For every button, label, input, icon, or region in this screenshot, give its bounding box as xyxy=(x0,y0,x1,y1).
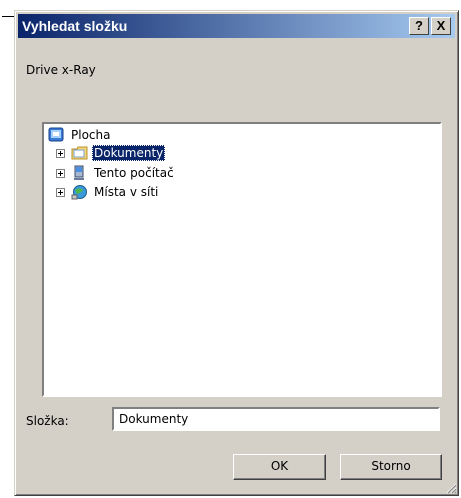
folder-input[interactable] xyxy=(112,407,440,431)
dialog-description: Drive x-Ray xyxy=(26,63,96,77)
expand-icon[interactable] xyxy=(56,148,65,158)
tree-item-label: Tento počítač xyxy=(94,166,174,180)
computer-icon xyxy=(74,165,84,180)
resize-grip-icon[interactable] xyxy=(445,482,457,494)
expand-icon[interactable] xyxy=(56,187,65,197)
expand-icon[interactable] xyxy=(56,168,65,178)
close-button[interactable]: X xyxy=(431,17,451,35)
cancel-button[interactable]: Storno xyxy=(340,454,442,480)
folder-label: Složka: xyxy=(26,414,69,428)
tree-item-label: Plocha xyxy=(71,128,111,142)
tree-item-dokumenty[interactable]: Dokumenty xyxy=(56,144,166,162)
desktop-icon xyxy=(48,127,64,142)
ok-button[interactable]: OK xyxy=(233,454,326,480)
tree-item-tento-pocitac[interactable]: Tento počítač xyxy=(56,164,176,182)
network-places-icon xyxy=(71,185,87,200)
title-bar[interactable]: Vyhledat složku ? X xyxy=(18,14,455,38)
tree-item-mista-v-siti[interactable]: Místa v síti xyxy=(56,183,160,201)
tree-item-label: Místa v síti xyxy=(94,185,159,199)
browse-folder-dialog: Vyhledat složku ? X Drive x-Ray Plocha D… xyxy=(14,10,459,496)
documents-folder-icon xyxy=(71,146,88,160)
window-edge-line xyxy=(2,16,14,17)
help-button[interactable]: ? xyxy=(409,17,429,35)
dialog-title: Vyhledat složku xyxy=(22,18,128,34)
tree-item-label: Dokumenty xyxy=(92,145,166,161)
folder-tree[interactable]: Plocha Dokumenty Tento počítač Místa v s… xyxy=(42,122,442,397)
tree-item-plocha[interactable]: Plocha xyxy=(48,126,112,144)
